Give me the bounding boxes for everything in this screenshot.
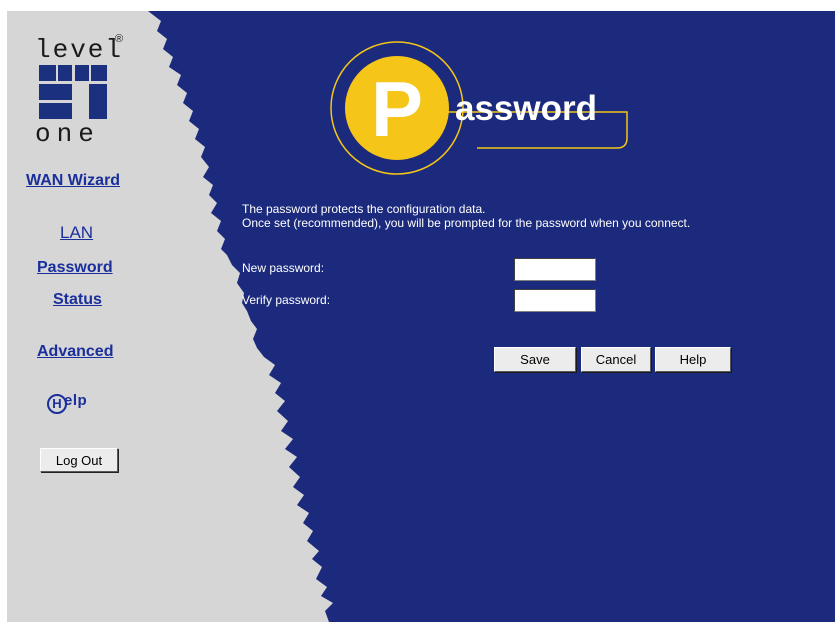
page-frame: level ® one WAN Wizard LAN Password Stat… bbox=[7, 11, 835, 622]
logo-registered-mark: ® bbox=[115, 33, 124, 45]
help-button[interactable]: Help bbox=[655, 347, 731, 372]
logo-word-level: level bbox=[35, 35, 124, 65]
nav-link-status[interactable]: Status bbox=[53, 291, 102, 309]
nav-link-password[interactable]: Password bbox=[37, 259, 113, 277]
help-link-label: elp bbox=[64, 392, 88, 409]
nav-link-lan[interactable]: LAN bbox=[60, 223, 93, 243]
cancel-button[interactable]: Cancel bbox=[581, 347, 651, 372]
description-line-2: Once set (recommended), you will be prom… bbox=[242, 216, 691, 230]
password-header-graphic: P assword bbox=[330, 41, 628, 175]
help-link[interactable]: H elp bbox=[47, 389, 117, 419]
logo-word-one: one bbox=[35, 119, 100, 149]
levelone-logo: level ® one bbox=[35, 33, 145, 149]
logout-button[interactable]: Log Out bbox=[40, 448, 118, 472]
nav-link-wan-wizard[interactable]: WAN Wizard bbox=[26, 172, 120, 190]
new-password-field[interactable] bbox=[514, 258, 596, 281]
verify-password-field[interactable] bbox=[514, 289, 596, 312]
save-button[interactable]: Save bbox=[494, 347, 576, 372]
header-letter: P bbox=[371, 65, 423, 153]
description-line-1: The password protects the configuration … bbox=[242, 202, 486, 216]
new-password-label: New password: bbox=[242, 261, 325, 275]
header-title: assword bbox=[455, 89, 597, 128]
nav-link-advanced[interactable]: Advanced bbox=[37, 343, 113, 361]
logo-grid-icon bbox=[39, 65, 107, 119]
verify-password-label: Verify password: bbox=[242, 293, 331, 307]
